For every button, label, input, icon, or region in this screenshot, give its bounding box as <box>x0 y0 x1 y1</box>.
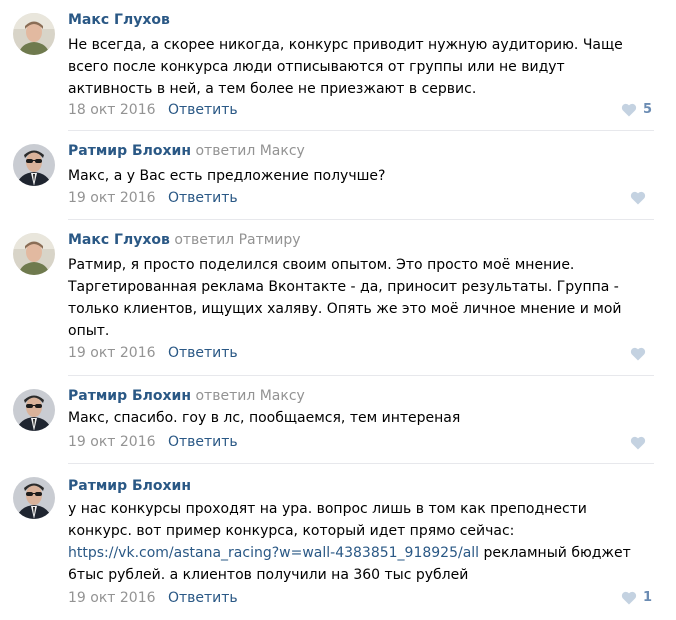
comment-date[interactable]: 19 окт 2016 <box>68 190 156 206</box>
comment-header: Ратмир Блохин <box>68 476 191 496</box>
comment-text-line: https://vk.com/astana_racing?w=wall-4383… <box>68 542 658 564</box>
comment-item: Ратмир Блохин ответил Максу Макс, а у Ва… <box>0 131 676 220</box>
comment-text-line: Не всегда, а скорее никогда, конкурс при… <box>68 37 623 53</box>
comment-item: Ратмир Блохин у нас конкурсы проходят на… <box>0 464 676 620</box>
heart-icon <box>630 347 646 361</box>
avatar[interactable] <box>13 389 55 431</box>
comment-text-line: Ратмир, я просто поделился своим опытом.… <box>68 257 575 273</box>
heart-icon <box>621 591 637 605</box>
comment-text-line: опыт. <box>68 323 110 339</box>
reply-button[interactable]: Ответить <box>168 434 238 450</box>
author-name[interactable]: Макс Глухов <box>68 232 170 248</box>
reply-button[interactable]: Ответить <box>168 102 238 118</box>
reply-button[interactable]: Ответить <box>168 190 238 206</box>
comment-header: Ратмир Блохин ответил Максу <box>68 141 305 161</box>
comment-item: Макс Глухов Не всегда, а скорее никогда,… <box>0 0 676 131</box>
user-photo-icon <box>13 233 55 275</box>
reply-to-label[interactable]: ответил Ратмиру <box>174 232 300 248</box>
comment-header: Макс Глухов <box>68 10 170 30</box>
author-name[interactable]: Макс Глухов <box>68 12 170 28</box>
comment-item: Ратмир Блохин ответил Максу Макс, спасиб… <box>0 376 676 464</box>
reply-button[interactable]: Ответить <box>168 345 238 361</box>
like-button[interactable]: 5 <box>621 100 652 120</box>
like-count: 5 <box>642 102 652 117</box>
user-photo-icon <box>13 13 55 55</box>
comment-meta: 19 окт 2016 Ответить <box>68 432 238 452</box>
comment-text-line: активность в ней, а тем более не приезжа… <box>68 81 477 97</box>
comment-text-line: у нас конкурсы проходят на ура. вопрос л… <box>68 501 587 517</box>
comment-link[interactable]: https://vk.com/astana_racing?w=wall-4383… <box>68 545 479 561</box>
like-button[interactable] <box>630 433 652 453</box>
reply-to-label[interactable]: ответил Максу <box>195 143 304 159</box>
user-photo-icon <box>13 144 55 186</box>
comment-text: Ратмир, я просто поделился своим опытом.… <box>68 254 658 342</box>
comment-header: Макс Глухов ответил Ратмиру <box>68 230 301 250</box>
like-button[interactable] <box>630 188 652 208</box>
comment-date[interactable]: 19 окт 2016 <box>68 590 156 606</box>
comment-text-line: Таргетированная реклама Вконтакте - да, … <box>68 279 619 295</box>
heart-icon <box>630 191 646 205</box>
comment-text: у нас конкурсы проходят на ура. вопрос л… <box>68 498 658 586</box>
comment-text: Макс, а у Вас есть предложение получше? <box>68 165 658 187</box>
like-count: 1 <box>642 590 652 605</box>
comment-item: Макс Глухов ответил Ратмиру Ратмир, я пр… <box>0 220 676 376</box>
comment-text-fragment: рекламный бюджет <box>479 545 631 561</box>
comment-meta: 19 окт 2016 Ответить <box>68 343 238 363</box>
reply-button[interactable]: Ответить <box>168 590 238 606</box>
comment-text-line: только клиентов, ищущих халяву. Опять же… <box>68 301 622 317</box>
author-name[interactable]: Ратмир Блохин <box>68 478 191 494</box>
comment-text: Макс, спасибо. гоу в лс, пообщаемся, тем… <box>68 407 658 429</box>
comment-meta: 18 окт 2016 Ответить <box>68 100 238 120</box>
avatar[interactable] <box>13 233 55 275</box>
avatar[interactable] <box>13 477 55 519</box>
comment-text-line: конкурс. вот пример конкурса, который ид… <box>68 523 515 539</box>
reply-to-label[interactable]: ответил Максу <box>195 388 304 404</box>
comment-date[interactable]: 18 окт 2016 <box>68 102 156 118</box>
comment-date[interactable]: 19 окт 2016 <box>68 345 156 361</box>
comment-text: Не всегда, а скорее никогда, конкурс при… <box>68 34 658 100</box>
author-name[interactable]: Ратмир Блохин <box>68 143 191 159</box>
author-name[interactable]: Ратмир Блохин <box>68 388 191 404</box>
comment-text-line: всего после конкурса люди отписываются о… <box>68 59 565 75</box>
user-photo-icon <box>13 477 55 519</box>
avatar[interactable] <box>13 13 55 55</box>
comment-text-line: 6тыс рублей. а клиентов получили на 360 … <box>68 567 469 583</box>
user-photo-icon <box>13 389 55 431</box>
comment-meta: 19 окт 2016 Ответить <box>68 188 238 208</box>
comment-text-line: Макс, спасибо. гоу в лс, пообщаемся, тем… <box>68 410 461 426</box>
like-button[interactable]: 1 <box>621 588 652 608</box>
heart-icon <box>630 436 646 450</box>
comment-date[interactable]: 19 окт 2016 <box>68 434 156 450</box>
comment-header: Ратмир Блохин ответил Максу <box>68 386 305 406</box>
avatar[interactable] <box>13 144 55 186</box>
comment-meta: 19 окт 2016 Ответить <box>68 588 238 608</box>
heart-icon <box>621 103 637 117</box>
like-button[interactable] <box>630 344 652 364</box>
comment-text-line: Макс, а у Вас есть предложение получше? <box>68 168 386 184</box>
